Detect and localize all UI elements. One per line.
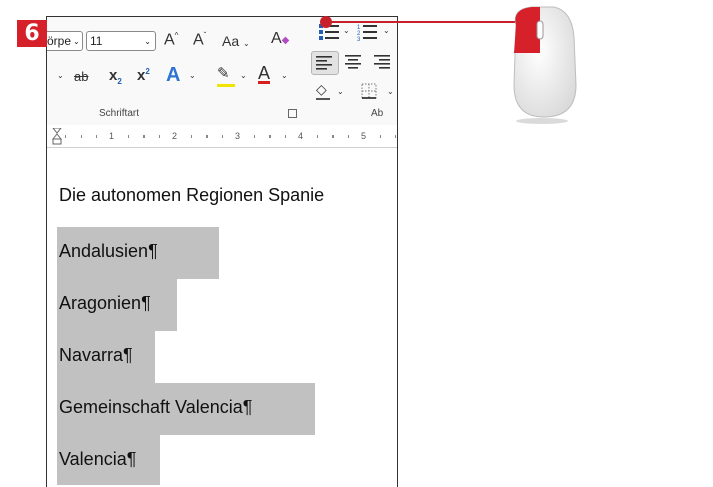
font-name-value: örpe — [47, 34, 72, 48]
ruler-number: 1 — [109, 131, 115, 141]
ruler: 1 2 3 4 5 — [47, 125, 397, 148]
font-size-box[interactable]: 11 ⌄ — [86, 31, 156, 51]
chevron-down-icon[interactable]: ⌄ — [383, 26, 390, 35]
chevron-down-icon[interactable]: ⌄ — [387, 87, 394, 96]
ruler-tick — [270, 135, 271, 138]
list-item[interactable]: Aragonien¶ — [59, 293, 151, 314]
chevron-down-icon[interactable]: ⌄ — [343, 26, 350, 35]
ruler-tick — [96, 135, 97, 138]
paragraph-mark: ¶ — [126, 449, 137, 469]
ruler-tick — [191, 135, 192, 138]
superscript-button[interactable]: x2 — [137, 67, 150, 84]
chevron-down-icon[interactable]: ⌄ — [189, 71, 196, 80]
shrink-font-button[interactable]: Aˇ — [193, 31, 206, 49]
ruler-tick — [81, 135, 82, 138]
clear-formatting-icon[interactable]: A◆ — [271, 30, 289, 48]
word-window: örpe ⌄ 11 ⌄ A^ Aˇ Aa ⌄ A◆ ⌄ 1 2 3 ⌄ ⌄ ab… — [46, 16, 398, 487]
font-size-value: 11 — [90, 34, 103, 48]
mouse-left-click-icon — [513, 6, 577, 124]
paragraph-mark: ¶ — [141, 293, 151, 313]
ruler-tick — [128, 135, 129, 138]
callout-dot — [320, 16, 332, 28]
ribbon: örpe ⌄ 11 ⌄ A^ Aˇ Aa ⌄ A◆ ⌄ 1 2 3 ⌄ ⌄ ab… — [47, 17, 397, 125]
ruler-tick — [285, 135, 286, 138]
subscript-button[interactable]: x2 — [109, 67, 122, 86]
list-item-text: Navarra — [59, 345, 124, 365]
align-left-button[interactable] — [311, 51, 339, 75]
numbering-icon[interactable]: 1 2 3 — [357, 23, 379, 41]
dialog-launcher-icon[interactable] — [288, 109, 297, 118]
document-heading: Die autonomen Regionen Spanie — [59, 185, 325, 205]
shrink-font-label: A — [193, 31, 204, 49]
ruler-number: 2 — [172, 131, 178, 141]
svg-text:3: 3 — [357, 37, 361, 41]
chevron-down-icon[interactable]: ⌄ — [281, 71, 288, 80]
chevron-down-icon[interactable]: ⌄ — [57, 71, 64, 80]
font-color-button[interactable]: A — [258, 63, 270, 84]
change-case-label: Aa — [222, 33, 240, 49]
ruler-tick — [159, 135, 160, 138]
superscript-mark: 2 — [145, 67, 150, 76]
highlight-icon[interactable]: ✎ — [217, 64, 235, 87]
ruler-tick — [207, 135, 208, 138]
group-font-label: Schriftart — [99, 108, 140, 119]
group-paragraph-label: Ab — [371, 108, 384, 119]
step-badge: 6 — [17, 20, 47, 47]
grow-font-label: A — [164, 31, 175, 49]
ruler-tick — [333, 135, 334, 138]
ruler-tick — [254, 135, 255, 138]
list-item[interactable]: Andalusien¶ — [59, 241, 158, 262]
ruler-tick — [395, 135, 396, 138]
ruler-tick — [317, 135, 318, 138]
list-item-text: Valencia — [59, 449, 127, 469]
ruler-tick — [348, 135, 349, 138]
chevron-down-icon: ⌄ — [144, 36, 151, 46]
align-center-icon[interactable] — [345, 55, 363, 69]
ruler-number: 5 — [361, 131, 367, 141]
ruler-tick — [65, 135, 66, 138]
text-effects-button[interactable]: A — [166, 64, 180, 87]
font-name-box[interactable]: örpe ⌄ — [47, 31, 83, 51]
list-item-text: Gemeinschaft Valencia — [59, 397, 243, 417]
list-item[interactable]: Gemeinschaft Valencia¶ — [59, 397, 252, 418]
ruler-tick — [144, 135, 145, 138]
font-color-label: A — [258, 63, 271, 83]
paragraph-mark: ¶ — [242, 397, 253, 417]
shading-icon[interactable]: ◇ — [316, 81, 330, 100]
borders-icon[interactable] — [361, 83, 377, 99]
ruler-number: 3 — [235, 131, 241, 141]
list-item-text: Andalusien — [59, 241, 149, 261]
chevron-down-icon: ⌄ — [73, 36, 80, 46]
chevron-down-icon[interactable]: ⌄ — [337, 87, 344, 96]
strikethrough-button[interactable]: ab — [74, 69, 88, 84]
list-item-text: Aragonien — [59, 293, 142, 313]
list-item[interactable]: Valencia¶ — [59, 449, 136, 470]
align-right-icon[interactable] — [374, 55, 392, 69]
chevron-down-icon[interactable]: ⌄ — [240, 71, 247, 80]
paragraph-mark: ¶ — [148, 241, 158, 261]
ruler-tick — [222, 135, 223, 138]
grow-font-button[interactable]: A^ — [164, 31, 178, 49]
align-left-icon — [316, 56, 332, 70]
ruler-tick — [380, 135, 381, 138]
subscript-mark: 2 — [117, 77, 122, 86]
indent-marker-icon[interactable] — [52, 128, 62, 145]
change-case-button[interactable]: Aa ⌄ — [222, 33, 250, 49]
chevron-down-icon: ⌄ — [243, 39, 250, 48]
ruler-number: 4 — [298, 131, 304, 141]
paragraph-mark: ¶ — [123, 345, 133, 365]
list-item[interactable]: Navarra¶ — [59, 345, 133, 366]
